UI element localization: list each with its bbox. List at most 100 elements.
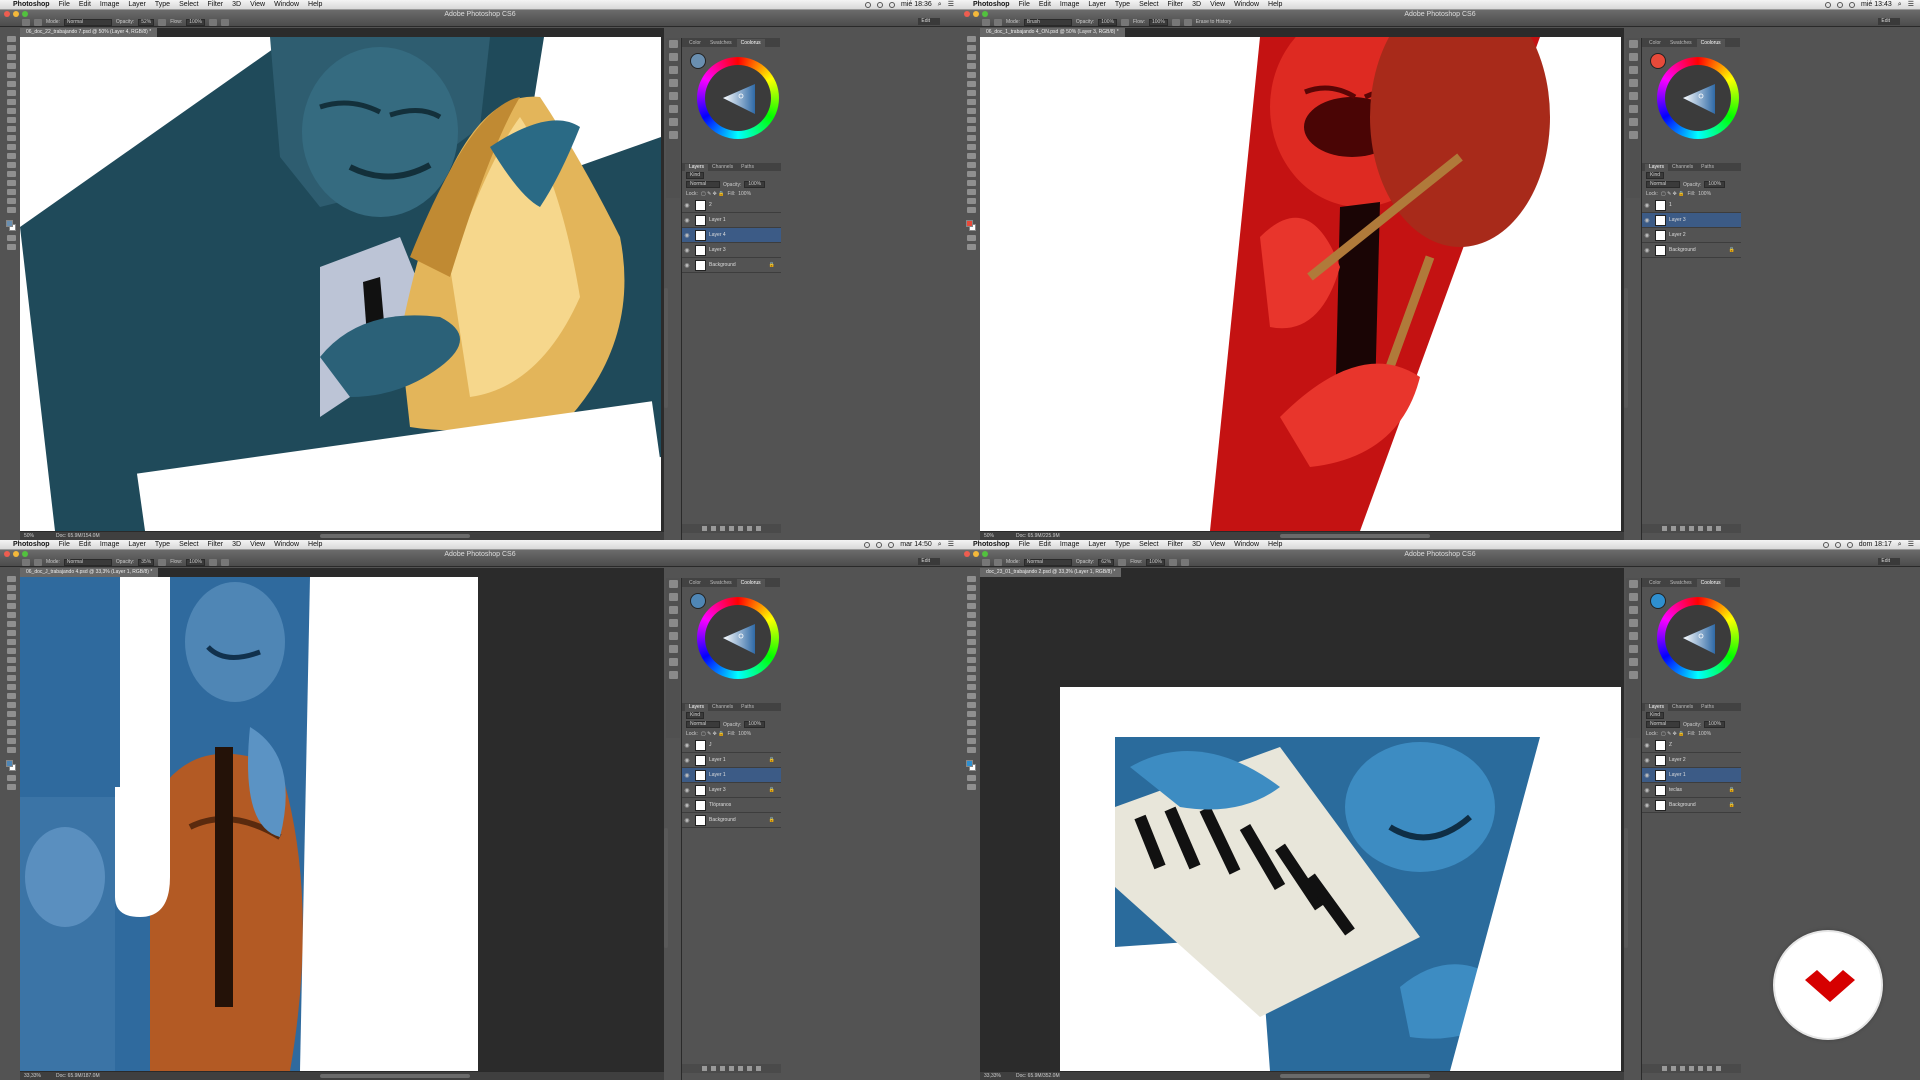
visibility-eye-icon[interactable]: ◉ <box>682 787 692 794</box>
tab-color[interactable]: Color <box>1645 39 1665 47</box>
lock-icons[interactable]: ▢ ✎ ✥ 🔒 <box>1661 191 1685 197</box>
eraser-tool-icon[interactable] <box>6 666 16 672</box>
tab-layers[interactable]: Layers <box>685 704 709 711</box>
marquee-tool-icon[interactable] <box>966 45 976 51</box>
visibility-eye-icon[interactable]: ◉ <box>682 232 692 239</box>
menu-edit[interactable]: Edit <box>79 0 91 10</box>
doc-size[interactable]: Doc: 65.9M/154.0M <box>56 532 100 540</box>
stamp-tool-icon[interactable] <box>966 648 976 654</box>
menu-select[interactable]: Select <box>1139 540 1158 550</box>
layer-row[interactable]: ◉ Layer 1 <box>682 768 781 783</box>
menu-edit[interactable]: Edit <box>1039 0 1051 10</box>
zoom-level[interactable]: 33,33% <box>984 1072 1001 1080</box>
new-layer-icon[interactable] <box>747 1066 752 1071</box>
tab-paths[interactable]: Paths <box>737 164 758 171</box>
group-icon[interactable] <box>738 526 743 531</box>
pen-tool-icon[interactable] <box>6 702 16 708</box>
magic-wand-tool-icon[interactable] <box>6 63 16 69</box>
visibility-eye-icon[interactable]: ◉ <box>1642 772 1652 779</box>
document-tab[interactable]: doc_23_01_trabajando 2.psd @ 33,3% (Laye… <box>980 568 1122 577</box>
layer-name[interactable]: Layer 3 <box>709 247 726 253</box>
adjustments-panel-icon[interactable] <box>668 671 678 679</box>
tab-layers[interactable]: Layers <box>685 164 709 171</box>
dodge-tool-icon[interactable] <box>6 693 16 699</box>
type-tool-icon[interactable] <box>966 711 976 717</box>
group-icon[interactable] <box>1698 1066 1703 1071</box>
info-panel-icon[interactable] <box>668 105 678 113</box>
shape-tool-icon[interactable] <box>6 729 16 735</box>
document-tab[interactable]: 06_doc_22_trabajando 7.psd @ 50% (Layer … <box>20 28 158 37</box>
layer-opacity-field[interactable]: 100% <box>1704 181 1726 188</box>
visibility-eye-icon[interactable]: ◉ <box>1642 202 1652 209</box>
coolorus-color-wheel[interactable] <box>1650 593 1739 679</box>
layer-thumbnail[interactable] <box>1655 214 1666 226</box>
layer-row[interactable]: ◉ 2 <box>682 198 781 213</box>
lasso-tool-icon[interactable] <box>966 594 976 600</box>
paragraph-panel-icon[interactable] <box>1628 92 1638 100</box>
visibility-eye-icon[interactable]: ◉ <box>682 802 692 809</box>
fill-field[interactable]: 100% <box>1698 731 1711 737</box>
move-tool-icon[interactable] <box>6 576 16 582</box>
tab-layers[interactable]: Layers <box>1645 164 1669 171</box>
history-panel-icon[interactable] <box>668 40 678 48</box>
document-canvas[interactable] <box>20 577 478 1071</box>
zoom-tool-icon[interactable] <box>966 747 976 753</box>
tab-swatches[interactable]: Swatches <box>706 39 736 47</box>
tab-swatches[interactable]: Swatches <box>1666 579 1696 587</box>
adjustments-panel-icon[interactable] <box>668 131 678 139</box>
airbrush-icon[interactable] <box>1171 18 1180 26</box>
trash-icon[interactable] <box>756 526 761 531</box>
navigator-panel-icon[interactable] <box>1628 118 1638 126</box>
wifi-icon[interactable] <box>1846 542 1853 548</box>
new-layer-icon[interactable] <box>1707 526 1712 531</box>
tab-channels[interactable]: Channels <box>708 704 737 711</box>
horizontal-scrollbar[interactable] <box>1280 1074 1430 1078</box>
lasso-tool-icon[interactable] <box>6 54 16 60</box>
status-icon[interactable] <box>865 2 872 8</box>
tab-paths[interactable]: Paths <box>737 704 758 711</box>
pen-tool-icon[interactable] <box>966 702 976 708</box>
opacity-field[interactable]: 35% <box>138 558 155 566</box>
adjustment-icon[interactable] <box>729 1066 734 1071</box>
crop-tool-icon[interactable] <box>6 612 16 618</box>
airbrush-icon[interactable] <box>209 558 218 566</box>
saturation-triangle[interactable] <box>1679 78 1719 118</box>
layer-thumbnail[interactable] <box>695 244 706 256</box>
horizontal-scrollbar[interactable] <box>320 1074 470 1078</box>
path-select-tool-icon[interactable] <box>6 180 16 186</box>
status-icon[interactable] <box>876 542 883 548</box>
clock[interactable]: dom 18:17 <box>1859 540 1892 550</box>
workspace-select[interactable]: Edit <box>1878 18 1900 25</box>
visibility-eye-icon[interactable]: ◉ <box>682 757 692 764</box>
color-swatches[interactable] <box>966 760 976 772</box>
trash-icon[interactable] <box>1716 526 1721 531</box>
history-brush-tool-icon[interactable] <box>6 657 16 663</box>
visibility-eye-icon[interactable]: ◉ <box>682 772 692 779</box>
healing-tool-icon[interactable] <box>966 90 976 96</box>
adjustment-icon[interactable] <box>729 526 734 531</box>
menu-image[interactable]: Image <box>1060 0 1079 10</box>
actions-panel-icon[interactable] <box>1628 53 1638 61</box>
brush-preset-icon[interactable] <box>34 18 42 26</box>
tab-channels[interactable]: Channels <box>708 164 737 171</box>
layer-thumbnail[interactable] <box>695 754 706 766</box>
menu-image[interactable]: Image <box>100 540 119 550</box>
type-tool-icon[interactable] <box>966 171 976 177</box>
doc-size[interactable]: Doc: 65.9M/225.9M <box>1016 532 1060 540</box>
document-tab[interactable]: 06_doc_J_trabajando 4.psd @ 33,3% (Layer… <box>20 568 159 577</box>
crop-tool-icon[interactable] <box>966 612 976 618</box>
visibility-eye-icon[interactable]: ◉ <box>1642 232 1652 239</box>
document-canvas[interactable] <box>980 577 1621 1071</box>
app-menu[interactable]: Photoshop <box>973 0 1010 10</box>
tool-preset-icon[interactable] <box>22 18 30 26</box>
foreground-color-swatch[interactable] <box>1650 53 1666 69</box>
workspace-select[interactable]: Edit <box>1878 558 1900 565</box>
layer-thumbnail[interactable] <box>1655 739 1666 751</box>
vertical-scrollbar[interactable] <box>664 288 668 408</box>
tool-preset-icon[interactable] <box>982 558 990 566</box>
layer-thumbnail[interactable] <box>695 814 706 826</box>
history-brush-tool-icon[interactable] <box>966 117 976 123</box>
info-panel-icon[interactable] <box>668 645 678 653</box>
brush-panel-icon[interactable] <box>668 606 678 614</box>
menu-file[interactable]: File <box>59 0 70 10</box>
